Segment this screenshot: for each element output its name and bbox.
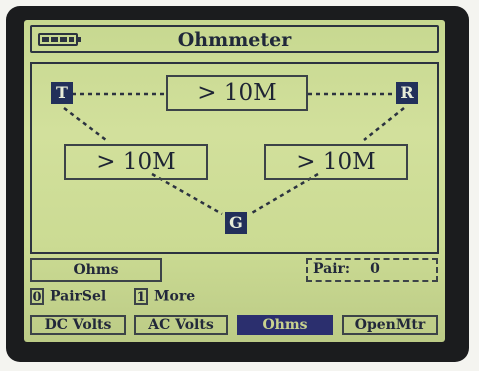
reading-r-g: > 10M bbox=[264, 144, 408, 180]
key-number: 0 bbox=[30, 288, 44, 305]
lcd-screen: Ohmmeter T R G > 10M > 10M > 10M Ohms Pa… bbox=[24, 20, 445, 342]
measurement-panel: T R G > 10M > 10M > 10M bbox=[30, 62, 439, 254]
pair-value: 0 bbox=[370, 261, 380, 277]
title-bar: Ohmmeter bbox=[30, 25, 439, 53]
key-label: PairSel bbox=[50, 288, 107, 305]
terminal-g: G bbox=[225, 212, 247, 234]
page-title: Ohmmeter bbox=[177, 29, 292, 51]
key-number: 1 bbox=[134, 288, 148, 305]
softkey-openmtr[interactable]: OpenMtr bbox=[342, 315, 438, 335]
reading-t-r: > 10M bbox=[166, 75, 308, 111]
softkey-dc-volts[interactable]: DC Volts bbox=[30, 315, 126, 335]
key-more[interactable]: 1 More bbox=[134, 288, 195, 306]
pair-label: Pair: bbox=[313, 261, 351, 277]
softkey-ac-volts[interactable]: AC Volts bbox=[134, 315, 228, 335]
terminal-t: T bbox=[51, 82, 73, 104]
softkey-ohms[interactable]: Ohms bbox=[237, 315, 333, 335]
mode-indicator: Ohms bbox=[30, 258, 162, 282]
key-pairsel[interactable]: 0 PairSel bbox=[30, 288, 106, 306]
key-label: More bbox=[154, 288, 196, 305]
pair-indicator: Pair: 0 bbox=[306, 258, 438, 282]
terminal-r: R bbox=[396, 82, 418, 104]
reading-t-g: > 10M bbox=[64, 144, 208, 180]
